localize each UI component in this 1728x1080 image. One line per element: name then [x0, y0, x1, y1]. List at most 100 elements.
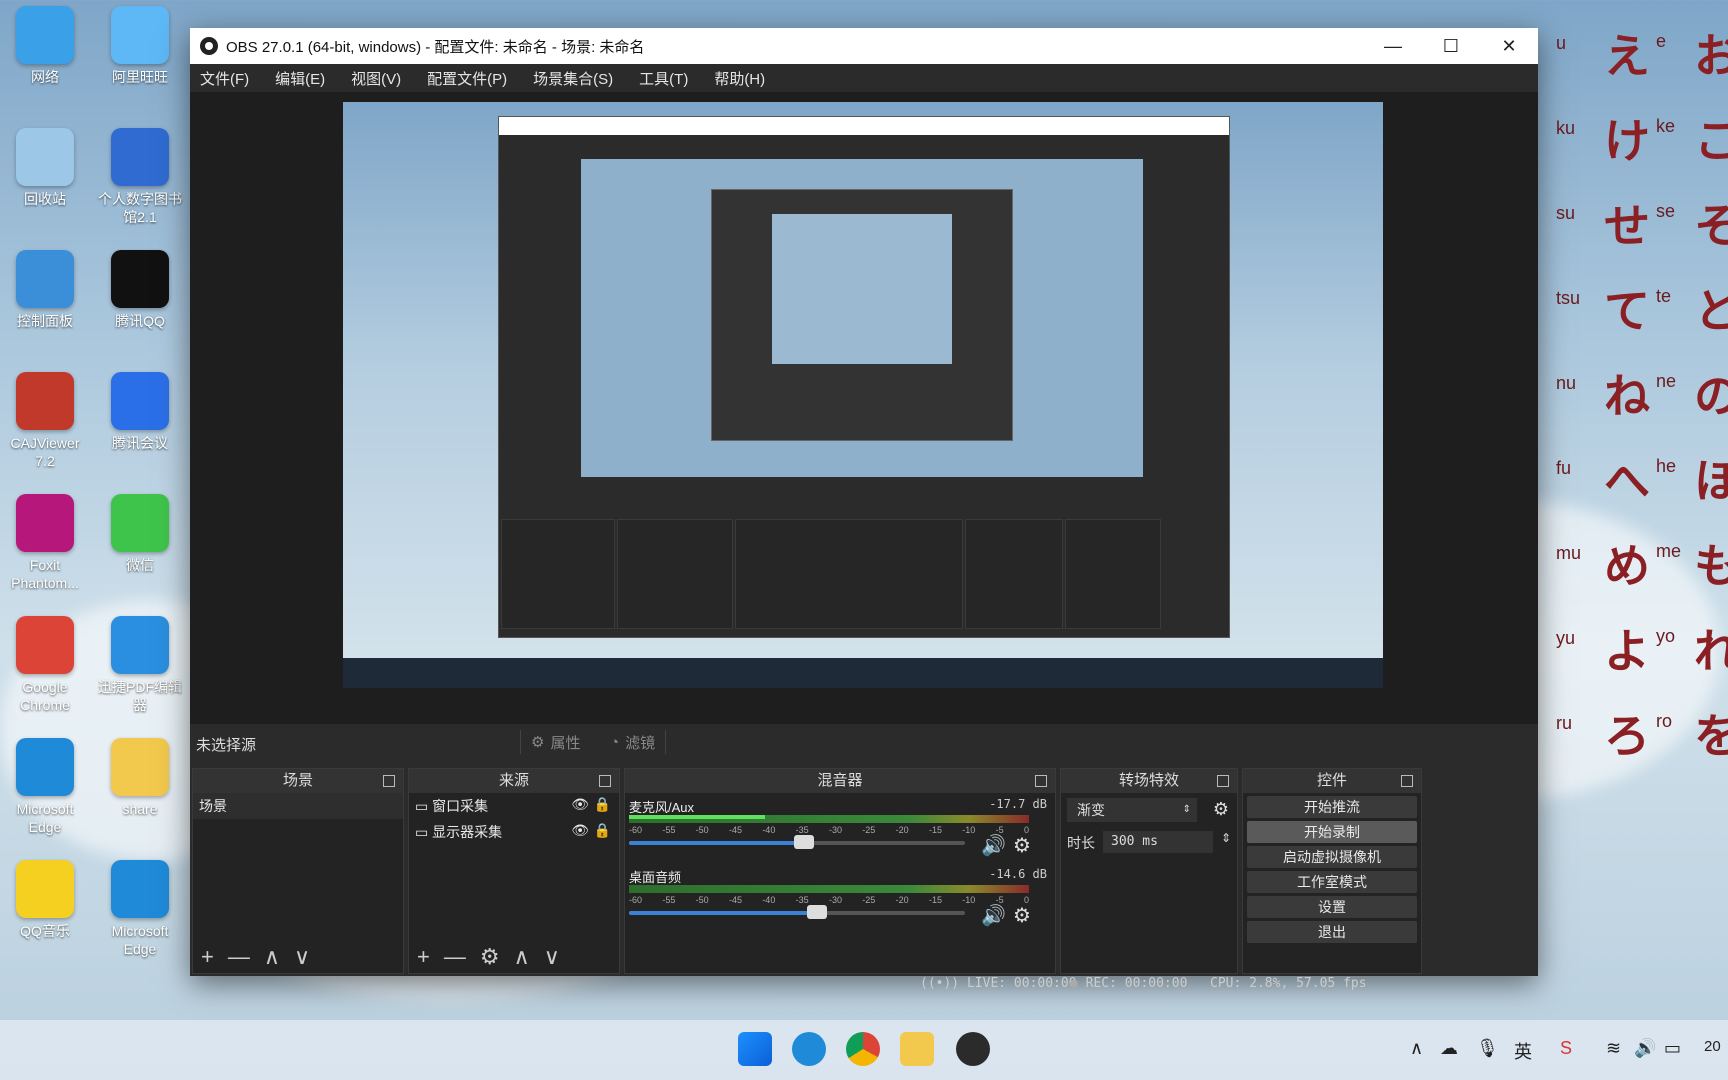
- desktop-icon[interactable]: 阿里旺旺: [95, 6, 185, 86]
- menu-edit[interactable]: 编辑(E): [275, 68, 325, 89]
- transition-select[interactable]: 渐变 ⇕: [1067, 798, 1197, 822]
- scene-item[interactable]: 场景: [193, 793, 403, 819]
- source-toolbar: 未选择源 ⚙ 属性 ◔ 滤镜: [190, 724, 1538, 760]
- filters-button[interactable]: ◔ 滤镜: [600, 730, 667, 754]
- gear-icon[interactable]: ⚙: [1013, 833, 1031, 858]
- onedrive-cloud-icon[interactable]: ☁: [1440, 1038, 1458, 1059]
- desktop-icon-label: QQ音乐: [20, 923, 70, 939]
- desktop-icon[interactable]: Google Chrome: [0, 616, 90, 714]
- move-up-icon[interactable]: ∧: [264, 944, 280, 970]
- menu-tools[interactable]: 工具(T): [639, 68, 688, 89]
- minimize-button[interactable]: —: [1364, 28, 1422, 64]
- scale-tick: -55: [662, 895, 676, 905]
- float-dock-icon[interactable]: [1217, 775, 1229, 787]
- start-streaming-button[interactable]: 开始推流: [1247, 796, 1417, 818]
- desktop-icon[interactable]: Microsoft Edge: [95, 860, 185, 958]
- volume-slider[interactable]: [629, 905, 965, 919]
- slider-knob[interactable]: [807, 905, 828, 919]
- volume-slider[interactable]: [629, 835, 965, 849]
- exit-button[interactable]: 退出: [1247, 921, 1417, 943]
- desktop-icon[interactable]: QQ音乐: [0, 860, 90, 940]
- slider-knob[interactable]: [793, 835, 814, 849]
- desktop-icon-label: 控制面板: [17, 313, 73, 329]
- kana-char: そ: [1694, 199, 1728, 253]
- lock-icon[interactable]: 🔒: [594, 822, 611, 839]
- desktop-icon[interactable]: CAJViewer 7.2: [0, 372, 90, 470]
- float-dock-icon[interactable]: [383, 775, 395, 787]
- add-icon[interactable]: +: [201, 944, 214, 970]
- settings-button[interactable]: 设置: [1247, 896, 1417, 918]
- qq-penguin-icon: [111, 250, 169, 308]
- desktop-icon[interactable]: 微信: [95, 494, 185, 574]
- desktop-icon[interactable]: 迅捷PDF编辑器: [95, 616, 185, 714]
- desktop-icon[interactable]: 网络: [0, 6, 90, 86]
- battery-icon[interactable]: ▭: [1664, 1038, 1681, 1059]
- source-item[interactable]: ▭ 显示器采集 👁 🔒: [409, 819, 619, 845]
- file-explorer-icon[interactable]: [900, 1032, 934, 1066]
- remove-icon[interactable]: —: [444, 944, 466, 970]
- kana-char: て: [1604, 284, 1650, 338]
- title-bar[interactable]: OBS 27.0.1 (64-bit, windows) - 配置文件: 未命名…: [190, 28, 1538, 64]
- source-label: 窗口采集: [432, 798, 489, 814]
- preview-area[interactable]: [190, 92, 1538, 724]
- float-dock-icon[interactable]: [1035, 775, 1047, 787]
- float-dock-icon[interactable]: [1401, 775, 1413, 787]
- gear-icon[interactable]: ⚙: [1213, 799, 1229, 820]
- studio-mode-button[interactable]: 工作室模式: [1247, 871, 1417, 893]
- kana-char: ね: [1604, 369, 1650, 423]
- duration-input[interactable]: 300 ms: [1103, 831, 1213, 853]
- sogou-icon[interactable]: S: [1560, 1038, 1572, 1059]
- move-down-icon[interactable]: ∨: [294, 944, 310, 970]
- kana-romaji: se: [1656, 201, 1676, 221]
- speaker-icon[interactable]: 🔊: [981, 903, 1006, 928]
- start-recording-button[interactable]: 开始录制: [1247, 821, 1417, 843]
- desktop-icon[interactable]: 个人数字图书馆2.1: [95, 128, 185, 226]
- desktop-icon-label: 腾讯会议: [112, 435, 168, 451]
- start-windows-icon[interactable]: [738, 1032, 772, 1066]
- ime-indicator[interactable]: 英: [1514, 1038, 1532, 1064]
- desktop-icon[interactable]: 腾讯会议: [95, 372, 185, 452]
- source-item[interactable]: ▭ 窗口采集 👁 🔒: [409, 793, 619, 819]
- properties-button[interactable]: ⚙ 属性: [520, 730, 590, 754]
- folder-icon: [111, 738, 169, 796]
- speaker-icon[interactable]: 🔊: [981, 833, 1006, 858]
- kana-wallpaper: えeおoけkeこkoせseそsoてteとtoねneのnoへheほhoめmeもmo…: [1548, 20, 1728, 920]
- desktop-icon[interactable]: 回收站: [0, 128, 90, 208]
- desktop-icon[interactable]: share: [95, 738, 185, 818]
- add-icon[interactable]: +: [417, 944, 430, 970]
- wifi-icon[interactable]: ≋: [1606, 1038, 1621, 1059]
- move-down-icon[interactable]: ∨: [544, 944, 560, 970]
- chevron-up-icon[interactable]: ∧: [1410, 1038, 1423, 1059]
- close-button[interactable]: ✕: [1480, 28, 1538, 64]
- filters-label: 滤镜: [625, 734, 656, 752]
- menu-view[interactable]: 视图(V): [351, 68, 401, 89]
- nested-preview-deep: [772, 214, 952, 364]
- lock-icon[interactable]: 🔒: [594, 796, 611, 813]
- menu-scene-collection[interactable]: 场景集合(S): [533, 68, 613, 89]
- desktop-icon[interactable]: 控制面板: [0, 250, 90, 330]
- visibility-eye-icon[interactable]: 👁: [571, 822, 589, 839]
- menu-help[interactable]: 帮助(H): [714, 68, 765, 89]
- start-virtual-camera-button[interactable]: 启动虚拟摄像机: [1247, 846, 1417, 868]
- nested-dock-transitions: [965, 519, 1063, 629]
- desktop-icon[interactable]: Microsoft Edge: [0, 738, 90, 836]
- move-up-icon[interactable]: ∧: [514, 944, 530, 970]
- edge-icon[interactable]: [792, 1032, 826, 1066]
- chrome-icon[interactable]: [846, 1032, 880, 1066]
- maximize-button[interactable]: ☐: [1422, 28, 1480, 64]
- obs-icon[interactable]: [956, 1032, 990, 1066]
- gear-icon[interactable]: ⚙: [480, 944, 500, 970]
- clock[interactable]: 20: [1704, 1038, 1721, 1055]
- float-dock-icon[interactable]: [599, 775, 611, 787]
- stepper-icon[interactable]: ⇕: [1221, 831, 1231, 845]
- desktop-icon[interactable]: Foxit Phantom...: [0, 494, 90, 592]
- scale-tick: -60: [629, 895, 643, 905]
- volume-icon[interactable]: 🔊: [1634, 1038, 1656, 1059]
- remove-icon[interactable]: —: [228, 944, 250, 970]
- menu-file[interactable]: 文件(F): [200, 68, 249, 89]
- menu-profile[interactable]: 配置文件(P): [427, 68, 507, 89]
- gear-icon[interactable]: ⚙: [1013, 903, 1031, 928]
- desktop-icon[interactable]: 腾讯QQ: [95, 250, 185, 330]
- visibility-eye-icon[interactable]: 👁: [571, 796, 589, 813]
- microphone-icon[interactable]: 🎙: [1476, 1038, 1499, 1059]
